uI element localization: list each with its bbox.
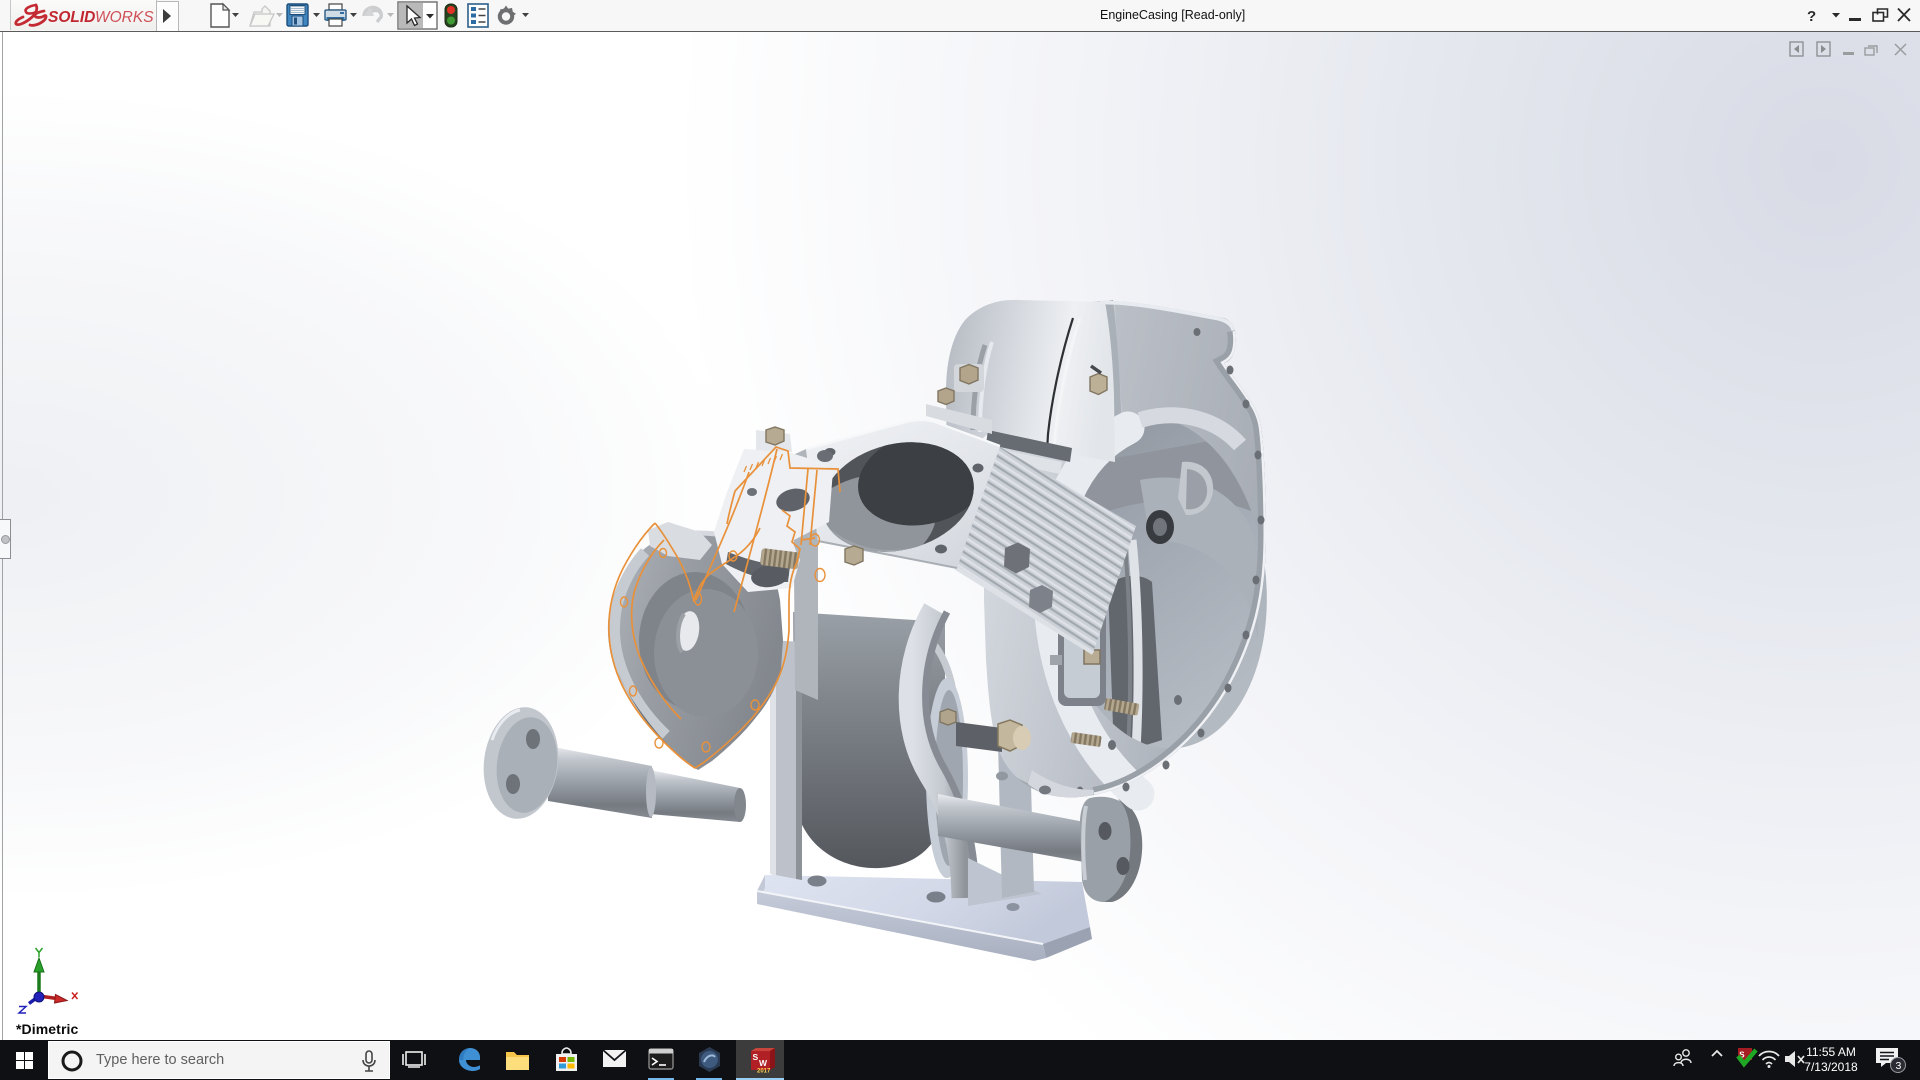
svg-text:W: W — [759, 1058, 768, 1068]
svg-text:S: S — [753, 1052, 759, 1062]
svg-text:?: ? — [1807, 8, 1816, 25]
svg-text:SOLID: SOLID — [48, 9, 95, 26]
svg-text:WORKS: WORKS — [95, 9, 154, 26]
svg-text:2017: 2017 — [757, 1069, 771, 1075]
svg-text:3: 3 — [1896, 1060, 1902, 1072]
